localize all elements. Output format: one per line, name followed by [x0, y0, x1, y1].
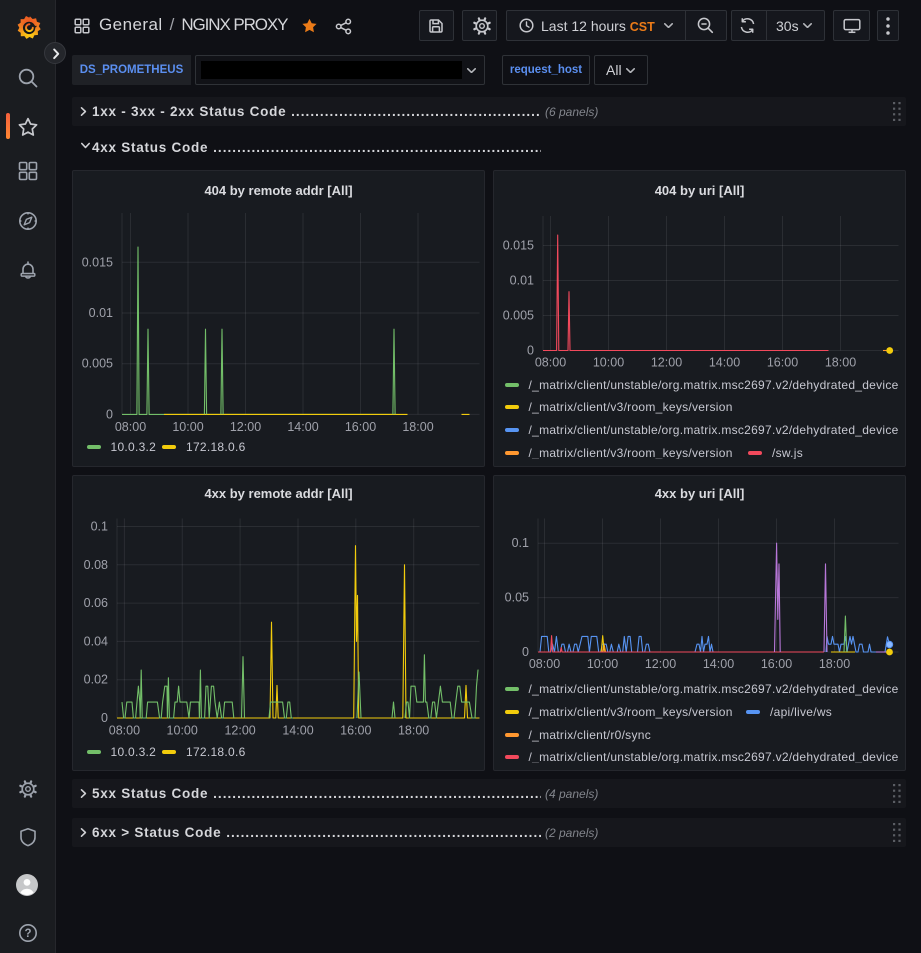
svg-text:0: 0: [101, 711, 108, 725]
svg-text:0.1: 0.1: [91, 520, 108, 534]
svg-text:?: ?: [24, 928, 31, 940]
svg-text:0.015: 0.015: [82, 255, 113, 269]
svg-text:0.005: 0.005: [82, 357, 113, 371]
svg-text:0.04: 0.04: [84, 634, 108, 648]
svg-text:14:00: 14:00: [287, 420, 318, 434]
svg-text:08:00: 08:00: [109, 724, 140, 738]
svg-text:08:00: 08:00: [115, 420, 146, 434]
svg-text:14:00: 14:00: [282, 724, 313, 738]
svg-text:0.08: 0.08: [84, 558, 108, 572]
svg-text:12:00: 12:00: [224, 724, 255, 738]
svg-text:0.06: 0.06: [84, 596, 108, 610]
svg-text:18:00: 18:00: [398, 724, 429, 738]
svg-text:0: 0: [106, 407, 113, 421]
svg-text:16:00: 16:00: [345, 420, 376, 434]
svg-text:18:00: 18:00: [402, 420, 433, 434]
svg-text:0.02: 0.02: [84, 673, 108, 687]
svg-text:12:00: 12:00: [230, 420, 261, 434]
svg-text:10:00: 10:00: [167, 724, 198, 738]
svg-text:10:00: 10:00: [172, 420, 203, 434]
svg-text:0.01: 0.01: [89, 306, 113, 320]
svg-text:16:00: 16:00: [340, 724, 371, 738]
